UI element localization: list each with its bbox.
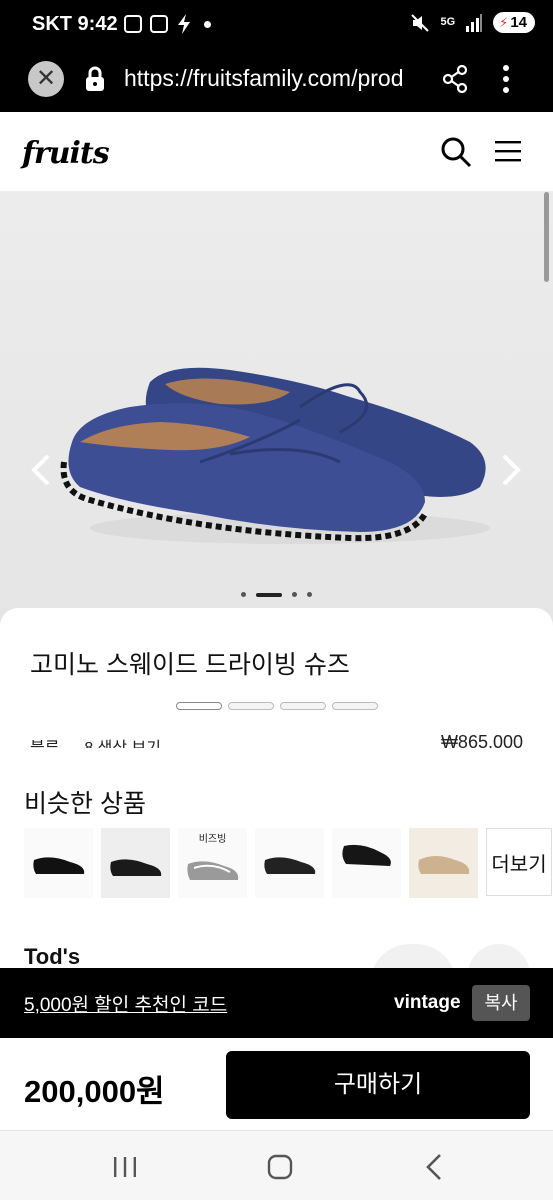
fruits-logo[interactable]: fruits [22,136,110,171]
capture-icon [150,15,168,33]
copy-code-button[interactable]: 복사 [472,985,530,1021]
browser-url-bar: ✕ https://fruitsfamily.com/prod [0,50,553,112]
site-header: fruits [0,112,553,192]
product-thumbnail [187,861,239,880]
status-bar: SKT 9:42 5G ⚡ 14 [0,0,553,50]
buy-button[interactable]: 구매하기 [226,1051,530,1119]
notification-dot-icon [204,20,211,28]
purchase-bar: 200,000원 구매하기 [0,1038,553,1130]
carousel-indicator [0,592,553,597]
product-image-gallery[interactable] [0,192,553,628]
lock-icon[interactable] [84,66,106,92]
option-tab[interactable] [228,702,274,710]
hamburger-menu-icon[interactable] [495,140,521,162]
charging-icon: ⚡ [499,14,509,30]
referral-promo-text[interactable]: 5,000원 할인 추천인 코드 [24,990,227,1017]
similar-products-list: 비즈빙 더보기 [24,828,552,898]
system-navigation-bar [0,1130,553,1200]
similar-product-item[interactable] [255,828,324,898]
carousel-dot[interactable] [292,592,297,597]
product-thumbnail [342,844,391,866]
carrier-time: SKT 9:42 [32,13,118,35]
url-text[interactable]: https://fruitsfamily.com/prod [124,65,424,92]
original-price: ₩865,000 [440,732,523,748]
close-icon[interactable]: ✕ [28,61,64,97]
product-thumbnail [418,856,470,874]
similar-product-item[interactable]: 비즈빙 [178,828,247,898]
option-tab[interactable] [176,702,222,710]
back-icon[interactable] [424,1153,444,1181]
bolt-icon [178,14,190,34]
share-icon[interactable] [442,65,468,93]
more-vertical-icon[interactable] [498,64,514,94]
see-more-button[interactable]: 더보기 [486,828,552,896]
thumbnail-caption: 비즈빙 [198,834,227,845]
page: SKT 9:42 5G ⚡ 14 ✕ https://fruitsfamily.c… [0,0,553,1200]
signal-icon [466,13,483,32]
carousel-dot-active[interactable] [256,592,282,597]
home-icon[interactable] [267,1154,293,1180]
product-title: 고미노 스웨이드 드라이빙 슈즈 [30,651,350,679]
similar-products-title: 비슷한 상품 [24,790,146,818]
option-tabs [176,702,378,710]
sale-price: 200,000원 [24,1074,165,1109]
product-info-panel: 고미노 스웨이드 드라이빙 슈즈 블루 — 8 색상 보기 ₩865,000 비… [0,608,553,984]
similar-product-item[interactable] [332,828,401,898]
chevron-left-icon[interactable] [28,452,54,488]
option-tab[interactable] [280,702,326,710]
notification-icons [124,14,211,34]
recent-apps-icon[interactable] [112,1155,138,1179]
screenshot-icon [124,15,142,33]
similar-product-item[interactable] [409,828,478,898]
referral-code: vintage [394,992,461,1013]
option-tab[interactable] [332,702,378,710]
chevron-right-icon[interactable] [498,452,524,488]
product-thumbnail [33,857,85,874]
mute-icon [411,13,430,32]
product-thumbnail [110,859,162,876]
referral-promo-bar: 5,000원 할인 추천인 코드 vintage 복사 [0,968,553,1038]
color-variants-link[interactable]: 블루 — 8 색상 보기 [30,734,161,748]
carousel-dot[interactable] [307,592,312,597]
system-icons: 5G ⚡ 14 [410,12,535,33]
battery-indicator: ⚡ 14 [493,12,535,33]
battery-level: 14 [510,14,527,31]
similar-product-item[interactable] [101,828,170,898]
product-thumbnail [264,857,316,874]
network-type: 5G [440,16,456,28]
similar-product-item[interactable] [24,828,93,898]
brand-name[interactable]: Tod's [24,944,80,970]
page-scrollbar[interactable] [544,192,549,282]
carousel-dot[interactable] [241,592,246,597]
search-icon[interactable] [440,136,472,168]
product-image [60,367,490,544]
